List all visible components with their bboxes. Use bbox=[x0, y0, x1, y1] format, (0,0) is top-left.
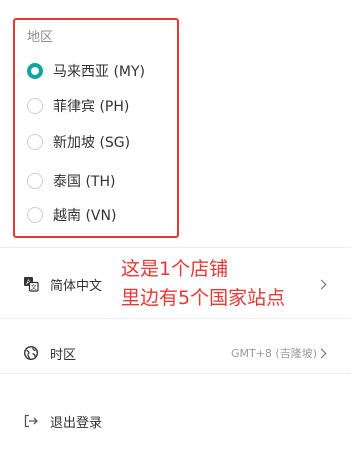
divider bbox=[0, 373, 351, 374]
chevron-right-icon bbox=[316, 348, 327, 358]
divider bbox=[0, 318, 351, 319]
region-option-vn[interactable]: 越南 (VN) bbox=[27, 204, 116, 226]
timezone-menu-item[interactable]: 时区 GMT+8 (吉隆坡) bbox=[0, 329, 351, 377]
radio-selected-icon[interactable] bbox=[27, 63, 43, 79]
logout-menu-item[interactable]: 退出登录 bbox=[0, 397, 351, 445]
region-option-label: 泰国 (TH) bbox=[53, 174, 116, 190]
timezone-value: GMT+8 (吉隆坡) bbox=[230, 347, 317, 360]
chevron-right-icon bbox=[316, 279, 327, 289]
region-option-sg[interactable]: 新加坡 (SG) bbox=[27, 131, 130, 153]
radio-unselected-icon[interactable] bbox=[27, 173, 43, 189]
region-option-my[interactable]: 马来西亚 (MY) bbox=[27, 60, 145, 82]
svg-text:文: 文 bbox=[31, 284, 37, 292]
settings-dropdown-panel: 地区 马来西亚 (MY) 菲律宾 (PH) 新加坡 (SG) 泰国 (TH) 越… bbox=[0, 0, 351, 454]
language-menu-item[interactable]: A 文 简体中文 bbox=[0, 260, 351, 308]
radio-unselected-icon[interactable] bbox=[27, 134, 43, 150]
language-label: 简体中文 bbox=[50, 278, 103, 294]
radio-unselected-icon[interactable] bbox=[27, 207, 43, 223]
region-option-label: 越南 (VN) bbox=[53, 208, 117, 224]
globe-icon bbox=[23, 345, 39, 361]
timezone-label: 时区 bbox=[50, 347, 77, 363]
region-option-label: 马来西亚 (MY) bbox=[53, 64, 146, 80]
region-option-th[interactable]: 泰国 (TH) bbox=[27, 170, 115, 192]
translate-icon: A 文 bbox=[23, 276, 39, 292]
region-option-label: 新加坡 (SG) bbox=[53, 135, 131, 151]
divider bbox=[0, 247, 351, 248]
region-section-title: 地区 bbox=[27, 30, 54, 45]
radio-unselected-icon[interactable] bbox=[27, 98, 43, 114]
region-option-label: 菲律宾 (PH) bbox=[53, 99, 130, 115]
logout-icon bbox=[23, 413, 39, 429]
logout-label: 退出登录 bbox=[50, 415, 103, 431]
region-option-ph[interactable]: 菲律宾 (PH) bbox=[27, 95, 129, 117]
